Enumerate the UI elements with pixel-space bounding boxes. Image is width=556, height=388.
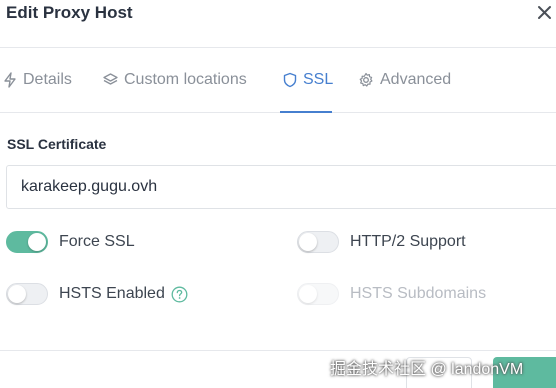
tab-bar: Details Custom locations SSL Advanced (0, 48, 556, 113)
question-circle-icon[interactable] (171, 286, 188, 303)
layers-icon (103, 73, 118, 85)
modal-header: Edit Proxy Host (0, 0, 556, 48)
http2-support-label: HTTP/2 Support (350, 233, 466, 250)
hsts-subdomains-toggle[interactable]: HSTS Subdomains (297, 283, 486, 305)
http2-support-toggle[interactable]: HTTP/2 Support (297, 231, 466, 253)
tab-ssl-label: SSL (303, 71, 334, 88)
hsts-subdomains-switch[interactable] (297, 283, 339, 305)
bolt-icon (4, 72, 16, 88)
switch-knob (299, 233, 317, 251)
close-button[interactable] (534, 2, 556, 24)
switch-knob (8, 285, 26, 303)
tab-custom-locations[interactable]: Custom locations (103, 48, 247, 112)
force-ssl-toggle[interactable]: Force SSL (6, 231, 135, 253)
tab-details[interactable]: Details (3, 48, 72, 112)
ssl-certificate-select[interactable] (6, 165, 556, 209)
shield-icon (283, 72, 297, 88)
tab-details-label: Details (23, 71, 72, 88)
hsts-enabled-toggle[interactable]: HSTS Enabled (6, 283, 188, 305)
gear-icon (359, 72, 373, 87)
switch-knob (299, 285, 317, 303)
hsts-enabled-switch[interactable] (6, 283, 48, 305)
tab-ssl[interactable]: SSL (283, 48, 333, 112)
ssl-certificate-label: SSL Certificate (7, 136, 107, 152)
tab-advanced[interactable]: Advanced (358, 48, 451, 112)
tab-custom-locations-label: Custom locations (124, 71, 247, 88)
edit-proxy-host-modal: Edit Proxy Host Details Custom locations (0, 0, 556, 388)
force-ssl-switch[interactable] (6, 231, 48, 253)
close-icon (538, 6, 551, 19)
http2-support-switch[interactable] (297, 231, 339, 253)
modal-title: Edit Proxy Host (6, 3, 133, 22)
tab-advanced-label: Advanced (380, 71, 452, 88)
hsts-subdomains-label: HSTS Subdomains (350, 285, 487, 302)
active-tab-indicator (280, 111, 332, 113)
watermark: 掘金技术社区 @ landonVM (330, 361, 524, 378)
hsts-enabled-label: HSTS Enabled (59, 285, 165, 302)
force-ssl-label: Force SSL (59, 233, 135, 250)
switch-knob (28, 233, 46, 251)
